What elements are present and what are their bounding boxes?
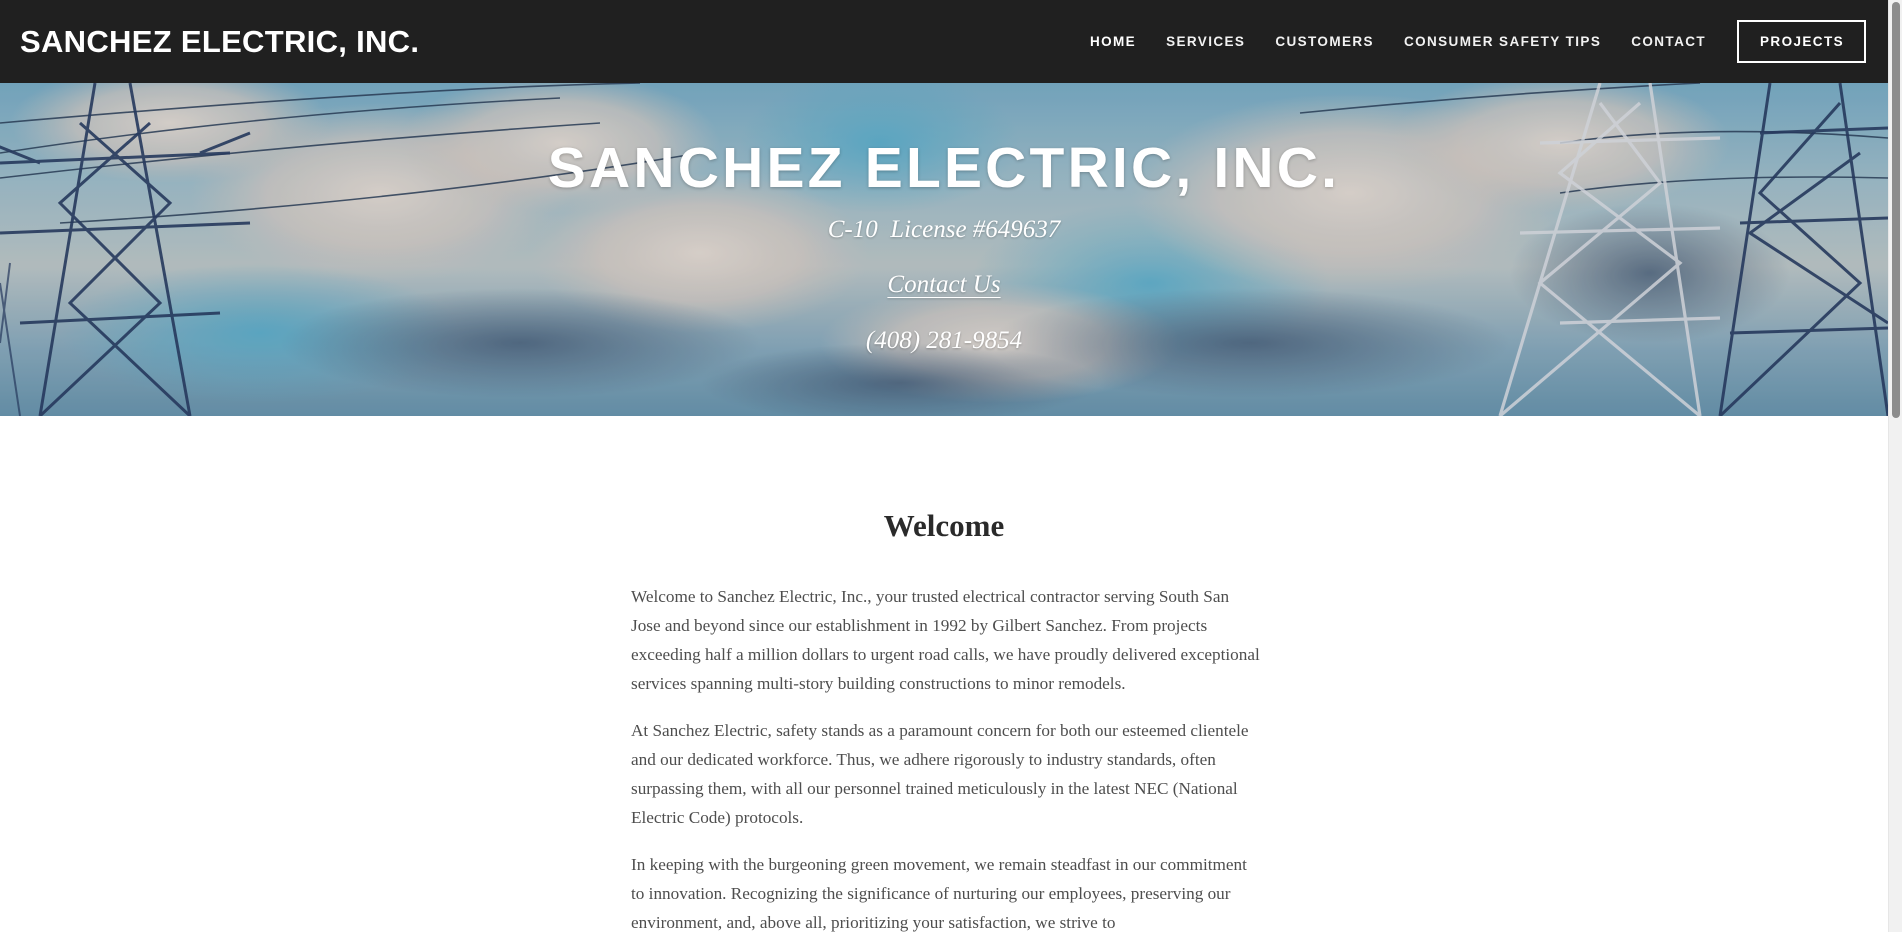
welcome-text: Welcome to Sanchez Electric, Inc., your … (631, 582, 1261, 932)
welcome-paragraph-1: Welcome to Sanchez Electric, Inc., your … (631, 587, 1260, 693)
contact-us-link[interactable]: Contact Us (887, 271, 1000, 299)
nav-customers[interactable]: CUSTOMERS (1275, 34, 1374, 49)
page-scrollbar[interactable] (1888, 0, 1902, 932)
phone-number: (408) 281-9854 (865, 327, 1023, 354)
site-header: SANCHEZ ELECTRIC, INC. HOME SERVICES CUS… (0, 0, 1888, 83)
welcome-paragraph-3: In keeping with the burgeoning green mov… (631, 855, 1247, 932)
site-title-link[interactable]: SANCHEZ ELECTRIC, INC. (20, 24, 419, 60)
main-content: Welcome Welcome to Sanchez Electric, Inc… (0, 416, 1888, 932)
license-number: C-10 License #649637 (827, 216, 1061, 243)
nav-contact[interactable]: CONTACT (1631, 34, 1706, 49)
page: SANCHEZ ELECTRIC, INC. HOME SERVICES CUS… (0, 0, 1902, 932)
welcome-paragraph-2: At Sanchez Electric, safety stands as a … (631, 721, 1249, 827)
nav-home[interactable]: HOME (1090, 34, 1136, 49)
main-nav: HOME SERVICES CUSTOMERS CONSUMER SAFETY … (1060, 20, 1866, 63)
projects-button[interactable]: PROJECTS (1737, 20, 1866, 63)
nav-consumer-safety-tips[interactable]: CONSUMER SAFETY TIPS (1404, 34, 1601, 49)
scrollbar-thumb[interactable] (1892, 2, 1900, 418)
welcome-heading: Welcome (883, 508, 1005, 543)
hero-title: SANCHEZ ELECTRIC, INC. (547, 136, 1341, 200)
hero-banner: SANCHEZ ELECTRIC, INC. C-10 License #649… (0, 83, 1888, 416)
nav-services[interactable]: SERVICES (1166, 34, 1245, 49)
hero-content: SANCHEZ ELECTRIC, INC. C-10 License #649… (0, 83, 1888, 416)
